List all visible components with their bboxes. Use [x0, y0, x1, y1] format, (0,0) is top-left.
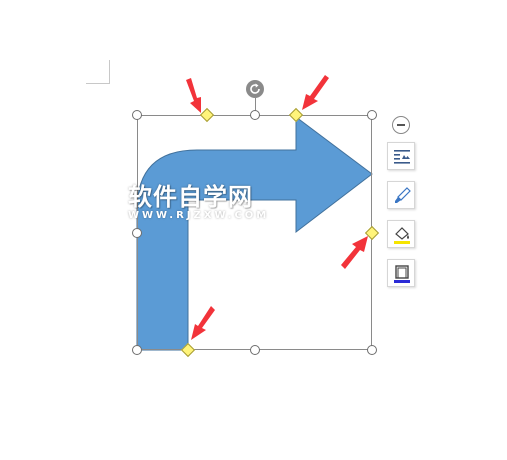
annotation-arrows — [186, 75, 368, 340]
shape-style-icon — [395, 187, 411, 203]
shape-outline-button[interactable] — [387, 259, 415, 287]
red-arrow-icon — [302, 75, 329, 110]
shape-fill-button[interactable] — [387, 220, 415, 248]
shape-style-button[interactable] — [387, 181, 415, 209]
red-arrow-icon — [186, 78, 201, 113]
text-wrap-button[interactable] — [387, 142, 415, 170]
collapse-toolbar-button[interactable] — [392, 116, 410, 134]
shape-fill-icon — [394, 227, 410, 244]
shape-outline-icon — [394, 265, 410, 283]
red-arrow-icon — [341, 236, 368, 269]
text-wrap-icon — [394, 150, 410, 164]
red-arrow-icon — [191, 306, 215, 340]
minus-icon — [397, 124, 405, 126]
